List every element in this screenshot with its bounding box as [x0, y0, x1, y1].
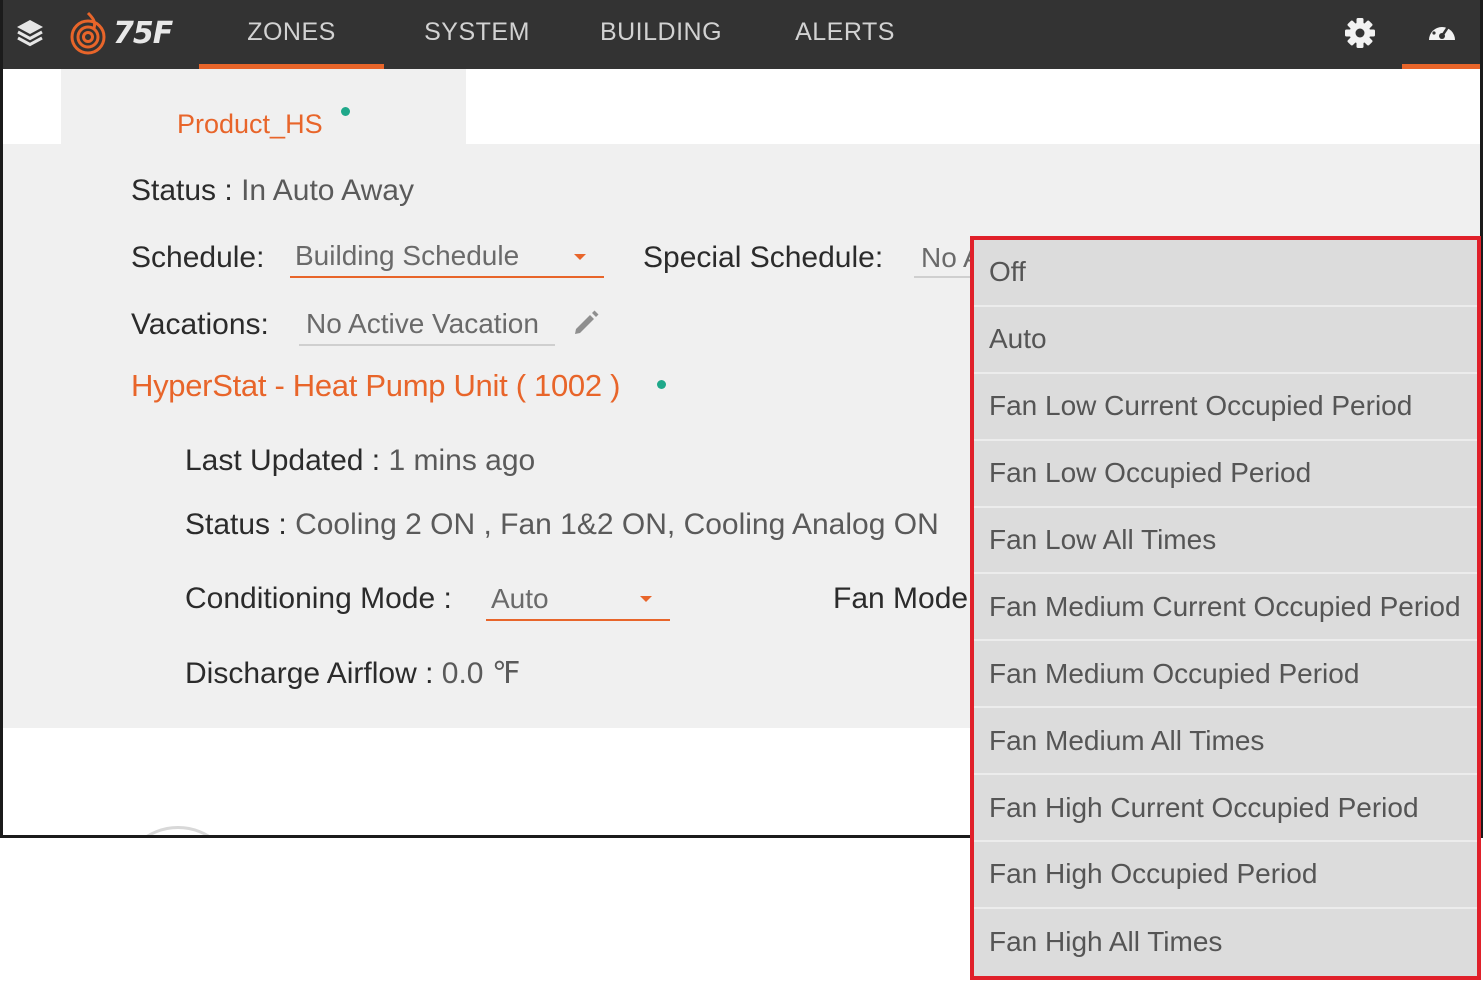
fan-mode-option-low-current-occupied[interactable]: Fan Low Current Occupied Period	[974, 374, 1477, 441]
discharge-airflow-value: 0.0 ℉	[441, 657, 521, 690]
last-updated-label: Last Updated :	[185, 444, 381, 477]
equipment-title: HyperStat - Heat Pump Unit ( 1002 )	[131, 368, 621, 403]
vacations-field[interactable]: No Active Vacation	[299, 306, 555, 346]
special-schedule-dropdown[interactable]: No A	[914, 238, 976, 278]
chevron-down-icon	[574, 254, 586, 260]
equipment-status-row: Status : Cooling 2 ON , Fan 1&2 ON, Cool…	[185, 508, 939, 542]
equipment-status-label: Status :	[185, 508, 287, 541]
zone-name: Product_HS	[177, 109, 323, 139]
zone-status-value: In Auto Away	[241, 174, 414, 207]
discharge-airflow-label: Discharge Airflow :	[185, 657, 434, 690]
last-updated-value: 1 mins ago	[388, 444, 536, 477]
fan-mode-option-high-current-occupied[interactable]: Fan High Current Occupied Period	[974, 775, 1477, 843]
equipment-online-indicator	[657, 380, 666, 389]
stack-icon[interactable]	[15, 17, 45, 49]
edit-pencil-icon[interactable]	[571, 308, 601, 338]
conditioning-mode-label: Conditioning Mode :	[185, 582, 452, 615]
fan-mode-option-medium-occupied[interactable]: Fan Medium Occupied Period	[974, 641, 1477, 709]
special-schedule-label: Special Schedule:	[643, 241, 884, 274]
vacations-value: No Active Vacation	[306, 308, 539, 339]
fan-mode-option-medium-all-times[interactable]: Fan Medium All Times	[974, 708, 1477, 776]
fan-mode-option-low-occupied[interactable]: Fan Low Occupied Period	[974, 441, 1477, 508]
vacations-label: Vacations:	[131, 308, 269, 341]
fan-mode-option-off[interactable]: Off	[974, 240, 1477, 307]
dashboard-button[interactable]	[1402, 0, 1480, 69]
conditioning-mode-value: Auto	[491, 583, 549, 614]
discharge-airflow-row: Discharge Airflow : 0.0 ℉	[185, 656, 520, 691]
tab-system[interactable]: SYSTEM	[407, 0, 547, 69]
brand-logo: 75F	[67, 10, 173, 56]
chevron-down-icon	[640, 596, 652, 602]
dashboard-icon	[1429, 22, 1455, 40]
zone-status-row: Status : In Auto Away	[131, 174, 414, 208]
gear-icon[interactable]	[1343, 16, 1377, 50]
schedule-value: Building Schedule	[295, 240, 520, 271]
brand-name: 75F	[113, 15, 173, 51]
last-updated-row: Last Updated : 1 mins ago	[185, 444, 535, 478]
zone-online-indicator	[341, 107, 350, 116]
fan-mode-dropdown-menu: Off Auto Fan Low Current Occupied Period…	[970, 236, 1481, 980]
zone-status-label: Status :	[131, 174, 233, 207]
flame-logo-icon	[70, 11, 106, 55]
fan-mode-label: Fan Mode	[833, 582, 969, 615]
conditioning-mode-dropdown[interactable]: Auto	[486, 580, 670, 621]
zone-dial-partial	[118, 826, 238, 835]
fan-mode-option-high-all-times[interactable]: Fan High All Times	[974, 909, 1477, 976]
special-schedule-value: No A	[921, 242, 976, 273]
tab-building[interactable]: BUILDING	[583, 0, 739, 69]
fan-mode-option-high-occupied[interactable]: Fan High Occupied Period	[974, 842, 1477, 909]
equipment-status-value: Cooling 2 ON , Fan 1&2 ON, Cooling Analo…	[295, 508, 939, 541]
schedule-label: Schedule:	[131, 241, 265, 274]
tab-alerts[interactable]: ALERTS	[785, 0, 905, 69]
fan-mode-option-auto[interactable]: Auto	[974, 307, 1477, 374]
tab-zones[interactable]: ZONES	[199, 0, 384, 69]
zone-tab[interactable]: Product_HS	[61, 69, 466, 145]
fan-mode-option-low-all-times[interactable]: Fan Low All Times	[974, 508, 1477, 575]
schedule-dropdown[interactable]: Building Schedule	[290, 238, 604, 278]
top-nav-bar: 75F ZONES SYSTEM BUILDING ALERTS	[3, 0, 1480, 69]
fan-mode-option-medium-current-occupied[interactable]: Fan Medium Current Occupied Period	[974, 574, 1477, 642]
